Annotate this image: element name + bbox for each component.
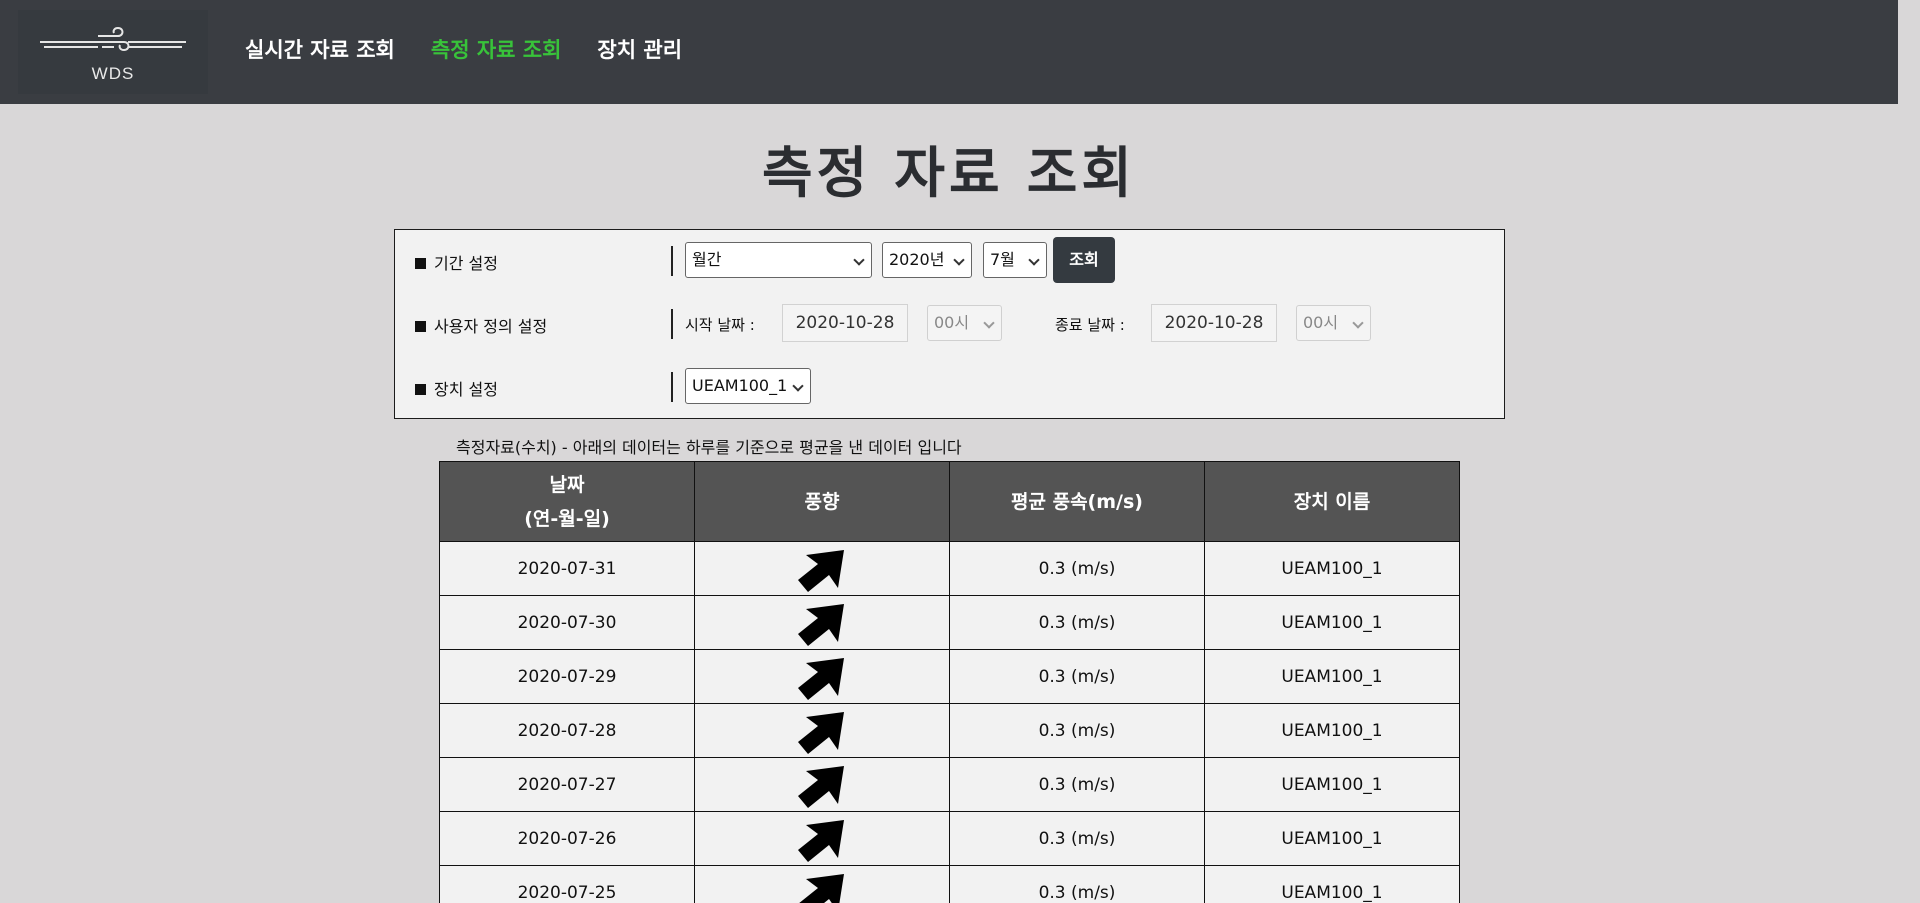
wind-direction-arrow-icon	[798, 711, 844, 754]
period-type-select[interactable]: 월간	[685, 242, 872, 278]
chevron-down-icon	[792, 380, 804, 392]
start-date-label: 시작 날짜 :	[685, 316, 755, 334]
divider	[671, 372, 673, 402]
cell-direction	[694, 703, 950, 758]
cell-device: UEAM100_1	[1204, 811, 1460, 866]
wind-direction-arrow-icon	[798, 819, 844, 862]
cell-date: 2020-07-25	[439, 865, 695, 903]
table-row: 2020-07-31 0.3 (m/s) UEAM100_1	[439, 541, 1460, 596]
chevron-down-icon	[1352, 317, 1364, 329]
cell-device: UEAM100_1	[1204, 865, 1460, 903]
chevron-down-icon	[853, 254, 865, 266]
table-row: 2020-07-29 0.3 (m/s) UEAM100_1	[439, 649, 1460, 704]
wind-direction-arrow-icon	[798, 873, 844, 903]
start-hour-select[interactable]: 00시	[927, 305, 1002, 341]
nav-device-management[interactable]: 장치 관리	[597, 34, 682, 64]
end-hour-select[interactable]: 00시	[1296, 305, 1371, 341]
table-header-row: 날짜 (연-월-일) 풍향 평균 풍속(m/s) 장치 이름	[439, 461, 1460, 542]
chevron-down-icon	[1028, 254, 1040, 266]
cell-device: UEAM100_1	[1204, 541, 1460, 596]
chevron-down-icon	[983, 317, 995, 329]
wind-direction-arrow-icon	[798, 657, 844, 700]
main-nav: 실시간 자료 조회 측정 자료 조회 장치 관리	[245, 34, 682, 64]
cell-date: 2020-07-26	[439, 811, 695, 866]
top-navbar: WDS 실시간 자료 조회 측정 자료 조회 장치 관리	[0, 0, 1898, 104]
bullet-square-icon	[415, 258, 426, 269]
start-date-field[interactable]: 2020-10-28	[782, 304, 908, 342]
wind-direction-arrow-icon	[798, 603, 844, 646]
nav-realtime[interactable]: 실시간 자료 조회	[245, 34, 395, 64]
nav-measurement[interactable]: 측정 자료 조회	[431, 34, 562, 64]
cell-speed: 0.3 (m/s)	[949, 865, 1205, 903]
cell-speed: 0.3 (m/s)	[949, 541, 1205, 596]
header-direction: 풍향	[694, 461, 950, 542]
cell-device: UEAM100_1	[1204, 703, 1460, 758]
cell-device: UEAM100_1	[1204, 757, 1460, 812]
chevron-down-icon	[953, 254, 965, 266]
cell-date: 2020-07-30	[439, 595, 695, 650]
table-row: 2020-07-30 0.3 (m/s) UEAM100_1	[439, 595, 1460, 650]
search-button[interactable]: 조회	[1053, 237, 1115, 283]
page-title: 측정 자료 조회	[762, 141, 1136, 205]
device-setting-label: 장치 설정	[415, 376, 498, 400]
divider	[671, 246, 673, 276]
settings-panel: 기간 설정 월간 2020년 7월 조회 사용자 정의 설정 시작 날짜 : 2…	[394, 229, 1505, 419]
end-date-field[interactable]: 2020-10-28	[1151, 304, 1277, 342]
measurement-table: 날짜 (연-월-일) 풍향 평균 풍속(m/s) 장치 이름 2020-07-3…	[439, 461, 1460, 903]
header-speed: 평균 풍속(m/s)	[949, 461, 1205, 542]
table-row: 2020-07-25 0.3 (m/s) UEAM100_1	[439, 865, 1460, 903]
wds-logo[interactable]: WDS	[18, 10, 208, 94]
header-date-line1: 날짜	[549, 473, 585, 496]
header-device: 장치 이름	[1204, 461, 1460, 542]
wind-icon	[40, 26, 186, 52]
table-caption: 측정자료(수치) - 아래의 데이터는 하루를 기준으로 평균을 낸 데이터 입…	[456, 438, 962, 457]
period-setting-label: 기간 설정	[415, 250, 498, 274]
cell-speed: 0.3 (m/s)	[949, 649, 1205, 704]
cell-speed: 0.3 (m/s)	[949, 703, 1205, 758]
month-select[interactable]: 7월	[983, 242, 1047, 278]
year-select[interactable]: 2020년	[882, 242, 972, 278]
cell-speed: 0.3 (m/s)	[949, 757, 1205, 812]
logo-text: WDS	[91, 64, 135, 83]
header-date: 날짜 (연-월-일)	[439, 461, 695, 542]
wind-direction-arrow-icon	[798, 765, 844, 808]
cell-date: 2020-07-27	[439, 757, 695, 812]
bullet-square-icon	[415, 384, 426, 395]
cell-date: 2020-07-29	[439, 649, 695, 704]
cell-date: 2020-07-28	[439, 703, 695, 758]
custom-setting-label: 사용자 정의 설정	[415, 313, 547, 337]
cell-speed: 0.3 (m/s)	[949, 595, 1205, 650]
bullet-square-icon	[415, 321, 426, 332]
cell-direction	[694, 595, 950, 650]
cell-speed: 0.3 (m/s)	[949, 811, 1205, 866]
table-row: 2020-07-28 0.3 (m/s) UEAM100_1	[439, 703, 1460, 758]
table-row: 2020-07-27 0.3 (m/s) UEAM100_1	[439, 757, 1460, 812]
end-date-label: 종료 날짜 :	[1055, 316, 1125, 334]
cell-date: 2020-07-31	[439, 541, 695, 596]
table-row: 2020-07-26 0.3 (m/s) UEAM100_1	[439, 811, 1460, 866]
divider	[671, 309, 673, 339]
header-date-line2: (연-월-일)	[524, 507, 610, 530]
cell-direction	[694, 811, 950, 866]
cell-direction	[694, 865, 950, 903]
cell-direction	[694, 541, 950, 596]
cell-direction	[694, 757, 950, 812]
wind-direction-arrow-icon	[798, 549, 844, 592]
device-select[interactable]: UEAM100_1	[685, 368, 811, 404]
cell-device: UEAM100_1	[1204, 649, 1460, 704]
cell-device: UEAM100_1	[1204, 595, 1460, 650]
cell-direction	[694, 649, 950, 704]
